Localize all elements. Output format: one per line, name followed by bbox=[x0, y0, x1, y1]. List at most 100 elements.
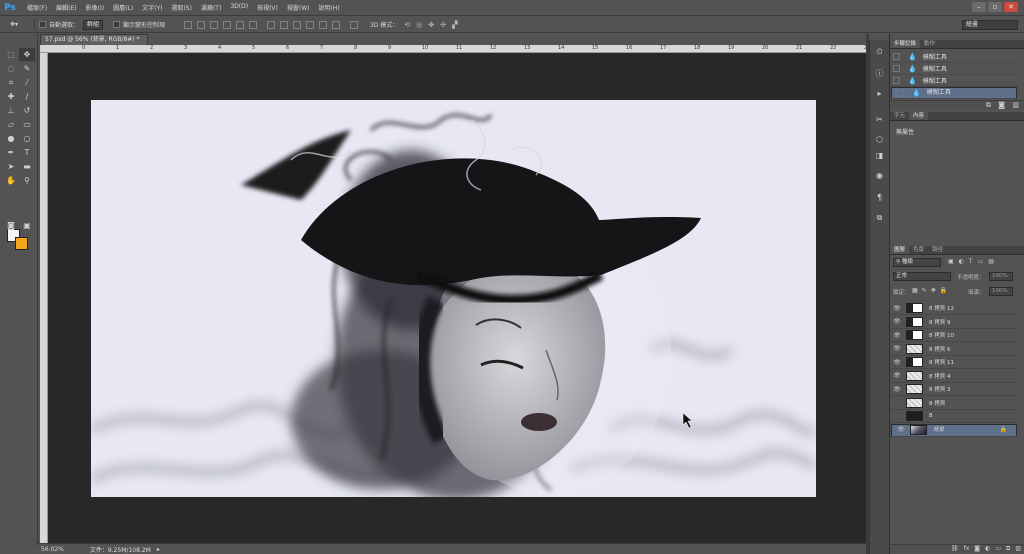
zoom-level[interactable]: 56.02% bbox=[41, 546, 64, 553]
status-menu-arrow-icon[interactable]: ▸ bbox=[157, 546, 160, 553]
visibility-eye-icon[interactable]: 👁 bbox=[893, 305, 901, 312]
filter-type-icon[interactable]: T bbox=[969, 258, 973, 265]
menu-item[interactable]: 檔案(F) bbox=[27, 3, 47, 12]
lock-position-icon[interactable]: ✥ bbox=[931, 287, 936, 294]
history-brush-source-box[interactable] bbox=[893, 65, 900, 72]
layer-row[interactable]: 👁 8 拷貝 6 bbox=[891, 343, 1017, 356]
3d-panel-icon[interactable]: ⬡ bbox=[873, 134, 886, 146]
distribute-hcenter-icon[interactable] bbox=[319, 20, 328, 29]
layer-row[interactable]: 8 拷貝 bbox=[891, 397, 1017, 410]
layer-row[interactable]: 👁 8 拷貝 12 bbox=[891, 302, 1017, 315]
layer-row[interactable]: 👁 8 拷貝 3 bbox=[891, 383, 1017, 396]
distribute-top-icon[interactable] bbox=[267, 20, 276, 29]
path-select-tool-icon[interactable]: ➤ bbox=[3, 160, 19, 173]
drag-3d-icon[interactable]: ✥ bbox=[428, 21, 434, 29]
menu-item[interactable]: 編輯(E) bbox=[56, 3, 76, 12]
menu-item[interactable]: 選取(S) bbox=[171, 3, 192, 12]
align-left-icon[interactable] bbox=[223, 20, 232, 29]
history-step[interactable]: 💧 模糊工具 bbox=[891, 51, 1017, 63]
align-hcenter-icon[interactable] bbox=[236, 20, 245, 29]
show-transform-checkbox[interactable] bbox=[113, 21, 121, 28]
workspace-dropdown[interactable]: 繪畫 bbox=[962, 20, 1018, 30]
paragraph-panel-icon[interactable]: ¶ bbox=[873, 192, 886, 204]
auto-select-option[interactable]: 自動選取： bbox=[39, 19, 79, 30]
marquee-tool-icon[interactable]: ⬚ bbox=[3, 48, 19, 61]
screen-mode-icon[interactable]: ▣ bbox=[19, 219, 35, 232]
zoom-tool-icon[interactable]: ⚲ bbox=[19, 174, 35, 187]
lock-transparency-icon[interactable]: ▦ bbox=[912, 287, 918, 294]
history-step[interactable]: 💧 模糊工具 bbox=[891, 75, 1017, 87]
gradient-tool-icon[interactable]: ▭ bbox=[19, 118, 35, 131]
slide-3d-icon[interactable]: ✣ bbox=[440, 21, 446, 29]
stamp-tool-icon[interactable]: ⊥ bbox=[3, 104, 19, 117]
distribute-right-icon[interactable] bbox=[332, 20, 341, 29]
rotate-3d-icon[interactable]: ⟲ bbox=[404, 21, 410, 29]
filter-smart-icon[interactable]: ▤ bbox=[988, 258, 994, 265]
fill-field[interactable]: 100% bbox=[989, 287, 1013, 296]
auto-select-checkbox[interactable] bbox=[39, 21, 46, 28]
history-step[interactable]: 💧 模糊工具 bbox=[891, 63, 1017, 75]
visibility-eye-icon[interactable]: 👁 bbox=[893, 359, 901, 366]
adjustment-layer-icon[interactable]: ◐ bbox=[985, 545, 990, 553]
layer-row[interactable]: 👁 背景 🔒 bbox=[891, 423, 1017, 437]
brushes-panel-icon[interactable]: ◉ bbox=[873, 170, 886, 182]
layer-row[interactable]: 👁 8 拷貝 9 bbox=[891, 316, 1017, 329]
add-mask-icon[interactable]: ◙ bbox=[974, 545, 980, 553]
blend-mode-dropdown[interactable]: 正常 bbox=[893, 272, 951, 281]
filter-adjust-icon[interactable]: ◐ bbox=[959, 258, 964, 265]
history-brush-source-box[interactable] bbox=[893, 53, 900, 60]
show-transform-option[interactable]: 顯示變形控制項 bbox=[113, 19, 165, 30]
eraser-tool-icon[interactable]: ▱ bbox=[3, 118, 19, 131]
filter-pixel-icon[interactable]: ▣ bbox=[948, 258, 954, 265]
pen-tool-icon[interactable]: ✒ bbox=[3, 146, 19, 159]
visibility-eye-icon[interactable]: 👁 bbox=[893, 372, 901, 379]
tab-layers[interactable]: 圖層 bbox=[890, 246, 910, 254]
visibility-eye-icon[interactable]: 👁 bbox=[893, 332, 901, 339]
layer-row[interactable]: 8 bbox=[891, 410, 1017, 423]
delete-layer-icon[interactable]: ▥ bbox=[1015, 545, 1021, 553]
menu-item[interactable]: 檢視(V) bbox=[257, 3, 278, 12]
tab-actions[interactable]: 動作 bbox=[920, 40, 939, 48]
history-brush-source-box[interactable] bbox=[897, 89, 904, 97]
quick-select-tool-icon[interactable]: ✎ bbox=[19, 62, 35, 75]
history-panel-icon[interactable]: ⏲ bbox=[873, 46, 886, 58]
maximize-button[interactable]: ▫ bbox=[988, 2, 1002, 12]
tab-character[interactable]: 字元 bbox=[890, 112, 909, 120]
auto-align-icon[interactable] bbox=[350, 20, 359, 29]
layer-row[interactable]: 👁 8 拷貝 10 bbox=[891, 329, 1017, 342]
info-panel-icon[interactable]: ⓘ bbox=[873, 68, 886, 80]
new-snapshot-icon[interactable]: ⧉ bbox=[986, 101, 991, 110]
link-layers-icon[interactable]: ⛓ bbox=[951, 545, 959, 553]
menu-item[interactable]: 濾鏡(T) bbox=[201, 3, 221, 12]
background-color-swatch[interactable] bbox=[15, 237, 28, 250]
clone-source-icon[interactable]: ⧉ bbox=[873, 212, 886, 224]
menu-item[interactable]: 文字(Y) bbox=[142, 3, 162, 12]
new-layer-icon[interactable]: ⧉ bbox=[1006, 545, 1010, 553]
visibility-eye-icon[interactable]: 👁 bbox=[897, 426, 905, 434]
history-brush-tool-icon[interactable]: ↺ bbox=[19, 104, 35, 117]
layer-row[interactable]: 👁 8 拷貝 11 bbox=[891, 356, 1017, 369]
move-tool-preset[interactable]: ✥▾ bbox=[10, 19, 30, 30]
auto-select-dropdown[interactable]: 群組 bbox=[83, 19, 104, 30]
type-tool-icon[interactable]: T bbox=[19, 146, 35, 159]
align-vcenter-icon[interactable] bbox=[197, 20, 206, 29]
hand-tool-icon[interactable]: ✋ bbox=[3, 174, 19, 187]
tab-history[interactable]: 步驟記錄 bbox=[890, 40, 921, 48]
layer-style-icon[interactable]: fx bbox=[964, 545, 970, 553]
menu-item[interactable]: 視窗(W) bbox=[287, 3, 310, 12]
distribute-left-icon[interactable] bbox=[306, 20, 315, 29]
tab-properties[interactable]: 內容 bbox=[909, 112, 929, 120]
crop-tool-icon[interactable]: ⌗ bbox=[3, 76, 19, 89]
visibility-eye-icon[interactable]: 👁 bbox=[893, 345, 901, 352]
align-bottom-icon[interactable] bbox=[210, 20, 219, 29]
lasso-tool-icon[interactable]: ◌ bbox=[3, 62, 19, 75]
history-brush-source-box[interactable] bbox=[893, 77, 900, 84]
adjustments-icon[interactable]: ◨ bbox=[873, 150, 886, 162]
distribute-bottom-icon[interactable] bbox=[293, 20, 302, 29]
distribute-vcenter-icon[interactable] bbox=[280, 20, 289, 29]
move-tool-icon[interactable]: ✥ bbox=[19, 48, 35, 61]
blur-tool-icon[interactable]: ● bbox=[3, 132, 19, 145]
menu-item[interactable]: 圖層(L) bbox=[113, 3, 133, 12]
tool-presets-icon[interactable]: ✂ bbox=[873, 114, 886, 126]
menu-item[interactable]: 影像(I) bbox=[86, 3, 104, 12]
